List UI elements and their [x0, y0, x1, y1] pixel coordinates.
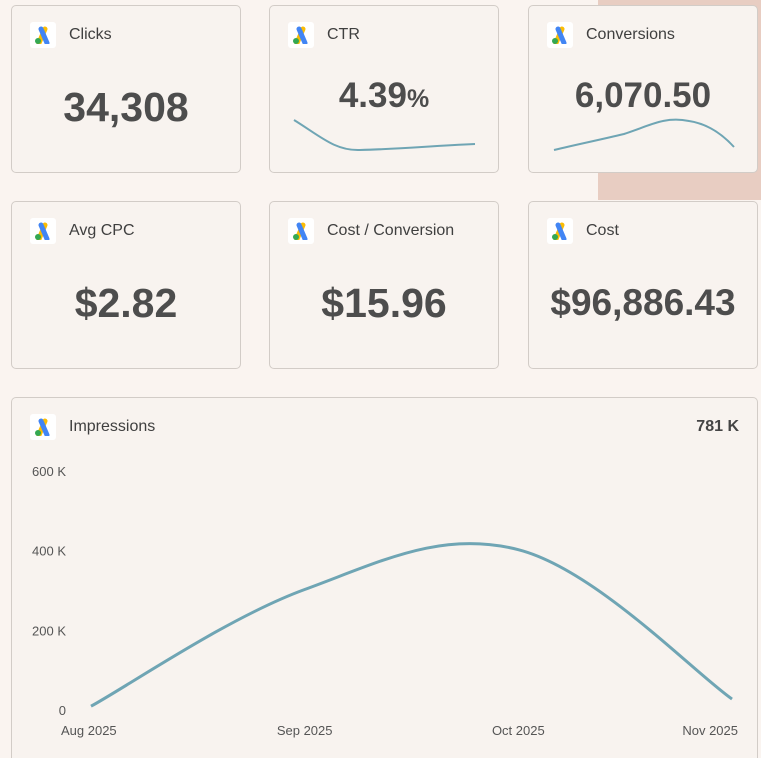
ctr-card[interactable]: CTR 4.39% — [269, 5, 499, 173]
avg-cpc-value: $2.82 — [74, 280, 178, 326]
x-tick-label: Nov 2025 — [682, 723, 738, 738]
google-ads-icon — [30, 22, 56, 48]
cost-per-conversion-card[interactable]: Cost / Conversion $15.96 — [269, 201, 499, 369]
cost-card[interactable]: Cost $96,886.43 — [528, 201, 758, 369]
x-tick-label: Oct 2025 — [492, 723, 545, 738]
conversions-sparkline — [553, 118, 735, 151]
ctr-sparkline — [293, 119, 476, 152]
card-title: Cost — [586, 222, 619, 239]
y-tick-label: 200 K — [32, 623, 66, 638]
y-tick-label: 0 — [59, 703, 66, 718]
card-title: Clicks — [69, 26, 112, 43]
card-title: CTR — [327, 26, 360, 43]
card-title: Avg CPC — [69, 222, 135, 239]
impressions-card[interactable]: Impressions 781 K 0 200 K 400 K 600 K Aug 2… — [11, 397, 758, 758]
impressions-series-line — [90, 542, 733, 708]
x-tick-label: Aug 2025 — [61, 723, 117, 738]
clicks-card[interactable]: Clicks 34,308 — [11, 5, 241, 173]
cost-per-conversion-value: $15.96 — [321, 280, 447, 326]
impressions-chart: 0 200 K 400 K 600 K Aug 2025 Sep 2025 Oct 202… — [32, 464, 738, 738]
y-tick-label: 400 K — [32, 544, 66, 559]
cost-value: $96,886.43 — [550, 282, 736, 323]
y-tick-label: 600 K — [32, 464, 66, 479]
google-ads-icon — [288, 22, 314, 48]
x-tick-label: Sep 2025 — [277, 723, 333, 738]
avg-cpc-card[interactable]: Avg CPC $2.82 — [11, 201, 241, 369]
clicks-value: 34,308 — [63, 84, 189, 130]
google-ads-icon — [288, 218, 314, 244]
dashboard: Clicks 34,308 CTR 4.39% Conversions 6,07… — [0, 0, 761, 758]
google-ads-icon — [30, 218, 56, 244]
google-ads-icon — [547, 218, 573, 244]
card-title: Conversions — [586, 26, 675, 43]
google-ads-icon — [547, 22, 573, 48]
conversions-card[interactable]: Conversions 6,070.50 — [528, 5, 758, 173]
card-title: Cost / Conversion — [327, 222, 455, 239]
